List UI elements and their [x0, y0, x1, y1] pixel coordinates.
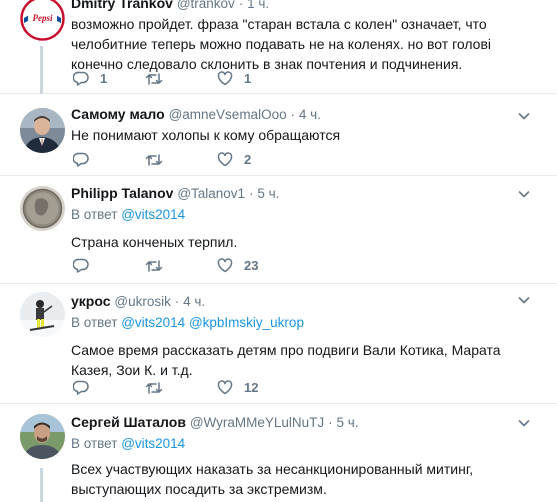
tweet-header: Philipp Talanov @Talanov1 · 5 ч.: [71, 184, 527, 203]
chevron-down-icon[interactable]: [517, 109, 531, 123]
separator: ·: [174, 294, 180, 309]
reply-label: В ответ: [71, 436, 118, 451]
screen-name[interactable]: @ukrosik: [114, 294, 170, 309]
tweet-text: возможно пройдет. фраза "старан встала с…: [71, 16, 492, 72]
tweet-header: Сергей Шаталов @WyraMMeYLulNuTJ · 5 ч.: [71, 413, 527, 432]
reply-label: В ответ: [71, 315, 118, 330]
reply-icon: [73, 258, 89, 273]
reply-context: В ответ @vits2014: [71, 435, 527, 453]
mention-link[interactable]: @kpbImskiy_ukrop: [189, 315, 304, 330]
separator: ·: [238, 0, 244, 11]
display-name[interactable]: Сергей Шаталов: [71, 414, 186, 430]
tweet-text: Всех участвующих наказать за несанкциони…: [71, 461, 474, 497]
timestamp[interactable]: 4 ч.: [299, 107, 321, 122]
thread-line: [40, 468, 43, 502]
reply-button[interactable]: [73, 380, 145, 395]
mention-link[interactable]: @vits2014: [121, 315, 185, 330]
retweet-button[interactable]: [145, 381, 217, 395]
tweet[interactable]: укрос @ukrosik · 4 ч. В ответ @vits2014 …: [0, 284, 557, 404]
chevron-down-icon[interactable]: [517, 187, 531, 201]
retweet-icon: [145, 259, 163, 273]
heart-icon: [217, 71, 233, 86]
timestamp[interactable]: 5 ч.: [257, 186, 279, 201]
display-name[interactable]: Dmitry Trankov: [71, 0, 173, 11]
display-name[interactable]: Philipp Talanov: [71, 185, 173, 201]
mention-link[interactable]: @vits2014: [121, 436, 185, 451]
tweet-text: Страна конченых терпил.: [71, 234, 238, 250]
tweet-text: Самое время рассказать детям про подвиги…: [71, 342, 501, 378]
retweet-button[interactable]: [145, 259, 217, 273]
timestamp[interactable]: 5 ч.: [336, 415, 358, 430]
reply-button[interactable]: [73, 258, 145, 273]
reply-label: В ответ: [71, 207, 118, 222]
tweet-header: Dmitry Trankov @trankov · 1 ч.: [71, 0, 527, 13]
retweet-icon: [145, 72, 163, 86]
timestamp[interactable]: 1 ч.: [247, 0, 269, 11]
like-count: 23: [244, 258, 259, 273]
svg-text:Pepsi: Pepsi: [33, 13, 53, 23]
reply-context: В ответ @vits2014 @kpbImskiy_ukrop: [71, 314, 527, 332]
mention-link[interactable]: @vits2014: [121, 207, 185, 222]
tweet-header: укрос @ukrosik · 4 ч.: [71, 292, 527, 311]
timestamp[interactable]: 4 ч.: [183, 294, 205, 309]
reply-count: 1: [100, 71, 108, 86]
separator: ·: [248, 186, 254, 201]
avatar[interactable]: [20, 186, 65, 231]
retweet-button[interactable]: [145, 72, 217, 86]
like-button[interactable]: 23: [217, 258, 289, 273]
like-button[interactable]: 1: [217, 71, 289, 86]
retweet-button[interactable]: [145, 153, 217, 167]
tweet-text: Не понимают холопы к кому обращаются: [71, 127, 341, 143]
chevron-down-icon[interactable]: [517, 416, 531, 430]
tweet[interactable]: Сергей Шаталов @WyraMMeYLulNuTJ · 5 ч. В…: [0, 404, 557, 502]
retweet-icon: [145, 381, 163, 395]
reply-icon: [73, 71, 89, 86]
avatar[interactable]: [20, 414, 65, 459]
like-button[interactable]: 2: [217, 152, 289, 167]
separator: ·: [328, 415, 333, 430]
screen-name[interactable]: @WyraMMeYLulNuTJ: [190, 415, 324, 430]
screen-name[interactable]: @trankov: [177, 0, 235, 11]
like-count: 1: [244, 71, 252, 86]
tweet-header: Самому мало @amneVsemalOoo · 4 ч.: [71, 105, 527, 124]
avatar[interactable]: Pepsi: [20, 0, 65, 41]
chevron-down-icon[interactable]: [517, 293, 531, 307]
reply-icon: [73, 380, 89, 395]
reply-icon: [73, 152, 89, 167]
tweet[interactable]: Philipp Talanov @Talanov1 · 5 ч. В ответ…: [0, 176, 557, 284]
separator: ·: [290, 107, 295, 122]
heart-icon: [217, 380, 233, 395]
screen-name[interactable]: @amneVsemalOoo: [169, 107, 287, 122]
avatar[interactable]: [20, 108, 65, 153]
screen-name[interactable]: @Talanov1: [177, 186, 245, 201]
reply-context: В ответ @vits2014: [71, 206, 527, 224]
display-name[interactable]: Самому мало: [71, 106, 165, 122]
reply-button[interactable]: [73, 152, 145, 167]
tweet[interactable]: Самому мало @amneVsemalOoo · 4 ч. Не пон…: [0, 94, 557, 176]
avatar[interactable]: [20, 292, 65, 337]
display-name[interactable]: укрос: [71, 293, 111, 309]
heart-icon: [217, 152, 233, 167]
like-count: 2: [244, 152, 252, 167]
like-button[interactable]: 12: [217, 380, 289, 395]
reply-button[interactable]: 1: [73, 71, 145, 86]
heart-icon: [217, 258, 233, 273]
thread-line: [40, 46, 43, 94]
retweet-icon: [145, 153, 163, 167]
like-count: 12: [244, 380, 259, 395]
tweet[interactable]: Pepsi Dmitry Trankov @trankov · 1 ч. воз…: [0, 0, 557, 94]
